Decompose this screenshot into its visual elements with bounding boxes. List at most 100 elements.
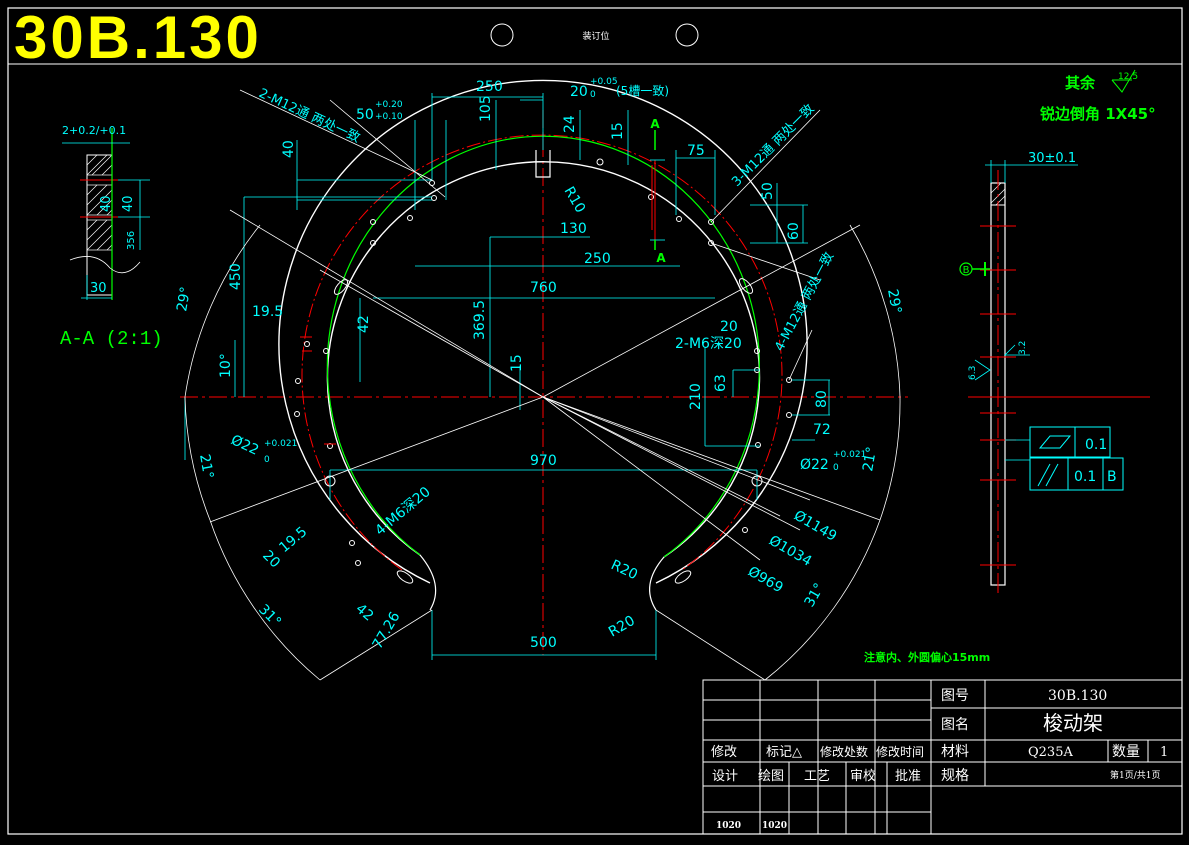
section-dim-40-b: 40 [99, 195, 114, 212]
dim-250-top: 250 [476, 79, 503, 95]
angle-21-left: 21° [196, 453, 216, 480]
dim-slot-note: (5槽一致) [616, 84, 669, 98]
dim-80: 80 [814, 390, 830, 408]
hole-center-marks [300, 160, 795, 445]
tb-material: Q235A [1028, 745, 1073, 760]
dim-40-left: 40 [281, 140, 297, 158]
note-eccentric: 注意内、外圆偏心15mm [864, 650, 990, 664]
dim-50-lower-tol: +0.10 [375, 112, 403, 122]
section-letter-top: A [650, 117, 660, 131]
angle-31-right: 31° [802, 580, 828, 610]
datum-b-marker: B [959, 262, 990, 276]
dim-450: 450 [228, 263, 244, 290]
dim-50-right: 50 [760, 182, 776, 200]
dim-dia22-left: Ø22 [228, 432, 261, 459]
sheet-border [7, 7, 1183, 835]
tb-qty-label: 数量 [1112, 744, 1140, 760]
tb-modify: 修改 [711, 745, 737, 760]
dim-r20-upper: R20 [608, 557, 640, 583]
section-dim-lines [62, 142, 150, 300]
dim-dia1034: Ø1034 [766, 533, 814, 570]
note-2m6: 2-M6深20 [675, 336, 742, 352]
tb-review: 审校 [850, 768, 876, 784]
angle-31-left: 31° [255, 602, 284, 631]
drawing-number-header: 30B.130 [14, 4, 262, 71]
tb-draw: 绘图 [758, 769, 784, 784]
binding-hole-left [490, 23, 514, 47]
end-cap-right [649, 556, 665, 611]
dim-72: 72 [813, 422, 831, 438]
dim-130: 130 [560, 221, 587, 237]
dim-970: 970 [530, 453, 557, 469]
angle-29-left: 29° [174, 285, 194, 312]
dim-20-upper-tol: +0.05 [590, 77, 618, 87]
dim-dia1149: Ø1149 [791, 508, 839, 545]
dim-42-lower: 42 [352, 601, 376, 625]
note-3m12: 3-M12通 两处一致 [729, 102, 817, 190]
dim-15-top: 15 [610, 122, 626, 140]
tb-spec-label: 规格 [941, 768, 969, 784]
tb-name-label: 图名 [941, 717, 969, 733]
dim-dia22-right: Ø22 [800, 457, 829, 473]
dim-60: 60 [786, 222, 802, 240]
datum-b-letter: B [963, 265, 970, 276]
section-letter-bottom: A [656, 251, 666, 265]
section-break [69, 256, 141, 274]
note-chamfer: 锐边倒角 1X45° [1040, 105, 1156, 123]
side-roughness-6-3: 6.3 [968, 366, 978, 380]
binding-label: 装订位 [582, 30, 609, 42]
dim-20: 20 [570, 84, 588, 100]
dim-r20-lower: R20 [606, 613, 638, 641]
title-block-texts: 修改 标记△ 修改处数 修改时间 设计 绘图 工艺 审校 批准 1020 102… [711, 688, 1168, 831]
side-red-marks [968, 170, 1150, 595]
tb-signature-1: 1020 [716, 821, 741, 831]
dim-dia22-left-lower: 0 [264, 455, 270, 465]
dim-dia22-right-lower: 0 [833, 463, 839, 473]
section-dim-2: 2+0.2/+0.1 [62, 124, 126, 137]
section-dim-texts: 2+0.2/+0.1 40 40 356 30 [62, 124, 137, 296]
dim-369-5: 369.5 [472, 300, 488, 340]
dim-20-right: 20 [720, 319, 738, 335]
angle-21-right: 21° [860, 445, 880, 472]
side-view: 30±0.1 6.3 3.2 B 0.1 0.1 B [959, 151, 1150, 595]
dim-19-5-upper: 19.5 [252, 304, 283, 320]
dim-dia22-left-upper: +0.021 [264, 439, 297, 449]
main-view: 250 105 20 +0.05 0 (5槽一致) 24 15 50 +0.20… [174, 77, 908, 681]
dim-63: 63 [713, 374, 729, 392]
dim-24: 24 [562, 115, 578, 133]
tb-material-label: 材料 [941, 744, 969, 760]
side-roughness-3-2: 3.2 [1018, 341, 1028, 355]
tb-mark: 标记△ [766, 745, 802, 760]
note-roughness: 其余 [1065, 74, 1096, 92]
tb-name: 梭动架 [1043, 711, 1103, 735]
dim-20-lower-left: 20 [259, 548, 283, 572]
section-dim-40-a: 40 [121, 195, 136, 212]
dim-50-upper-tol: +0.20 [375, 100, 403, 110]
tb-modify-count: 修改处数 [820, 744, 868, 759]
cad-drawing: 装订位 250 105 20 +0.05 0 (5槽一致) 24 15 50 +… [7, 7, 1183, 835]
tb-design: 设计 [712, 769, 738, 784]
tb-page: 第1页/共1页 [1110, 769, 1161, 781]
tb-drawing-no: 30B.130 [1048, 688, 1107, 704]
slot-left-lower [396, 570, 414, 584]
angle-10: 10° [218, 353, 234, 378]
section-dim-30: 30 [90, 281, 107, 296]
tb-modify-time: 修改时间 [876, 744, 924, 759]
tb-approve: 批准 [895, 769, 921, 784]
section-title: A-A (2:1) [60, 328, 163, 350]
dim-760: 760 [530, 280, 557, 296]
dim-r10: R10 [561, 184, 589, 216]
dim-50-tol: 50 [356, 107, 374, 123]
side-dim-30: 30±0.1 [1028, 151, 1076, 166]
parallelism-value: 0.1 [1074, 469, 1096, 485]
note-2m12: 2-M12通 两处一致 [256, 86, 362, 146]
drawing-sheet: 装订位 250 105 20 +0.05 0 (5槽一致) 24 15 50 +… [0, 0, 1189, 841]
binding-hole-right [675, 23, 699, 47]
note-4m6: 4-M6深20 [372, 484, 433, 539]
dim-15-center: 15 [509, 354, 525, 372]
dim-500: 500 [530, 635, 557, 651]
note-4m12: 4-M12通 两处一致 [772, 250, 837, 354]
dimension-texts: 250 105 20 +0.05 0 (5槽一致) 24 15 50 +0.20… [174, 77, 904, 652]
section-dim-356: 356 [126, 231, 137, 250]
parallelism-datum: B [1107, 469, 1117, 485]
